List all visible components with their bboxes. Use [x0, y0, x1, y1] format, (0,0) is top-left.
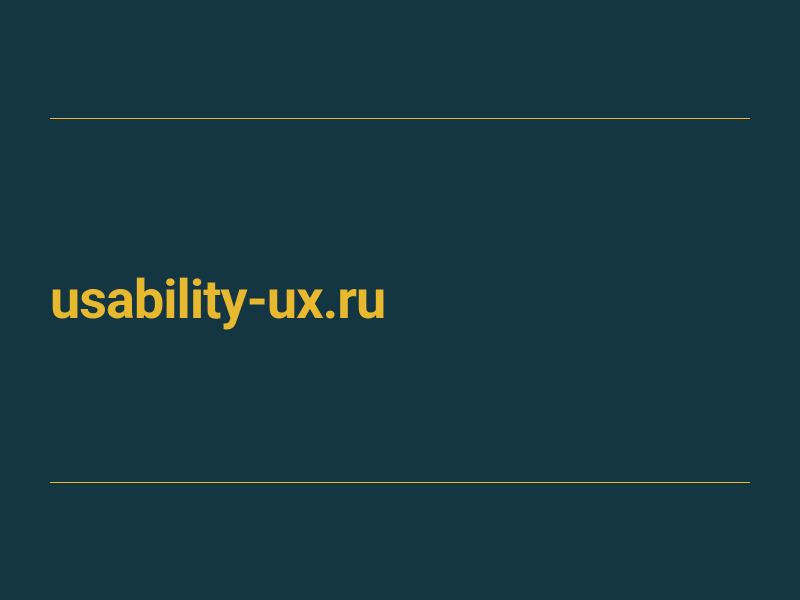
content-area: usability-ux.ru: [50, 119, 750, 482]
domain-name-text: usability-ux.ru: [50, 269, 385, 332]
bottom-divider: [50, 482, 750, 483]
